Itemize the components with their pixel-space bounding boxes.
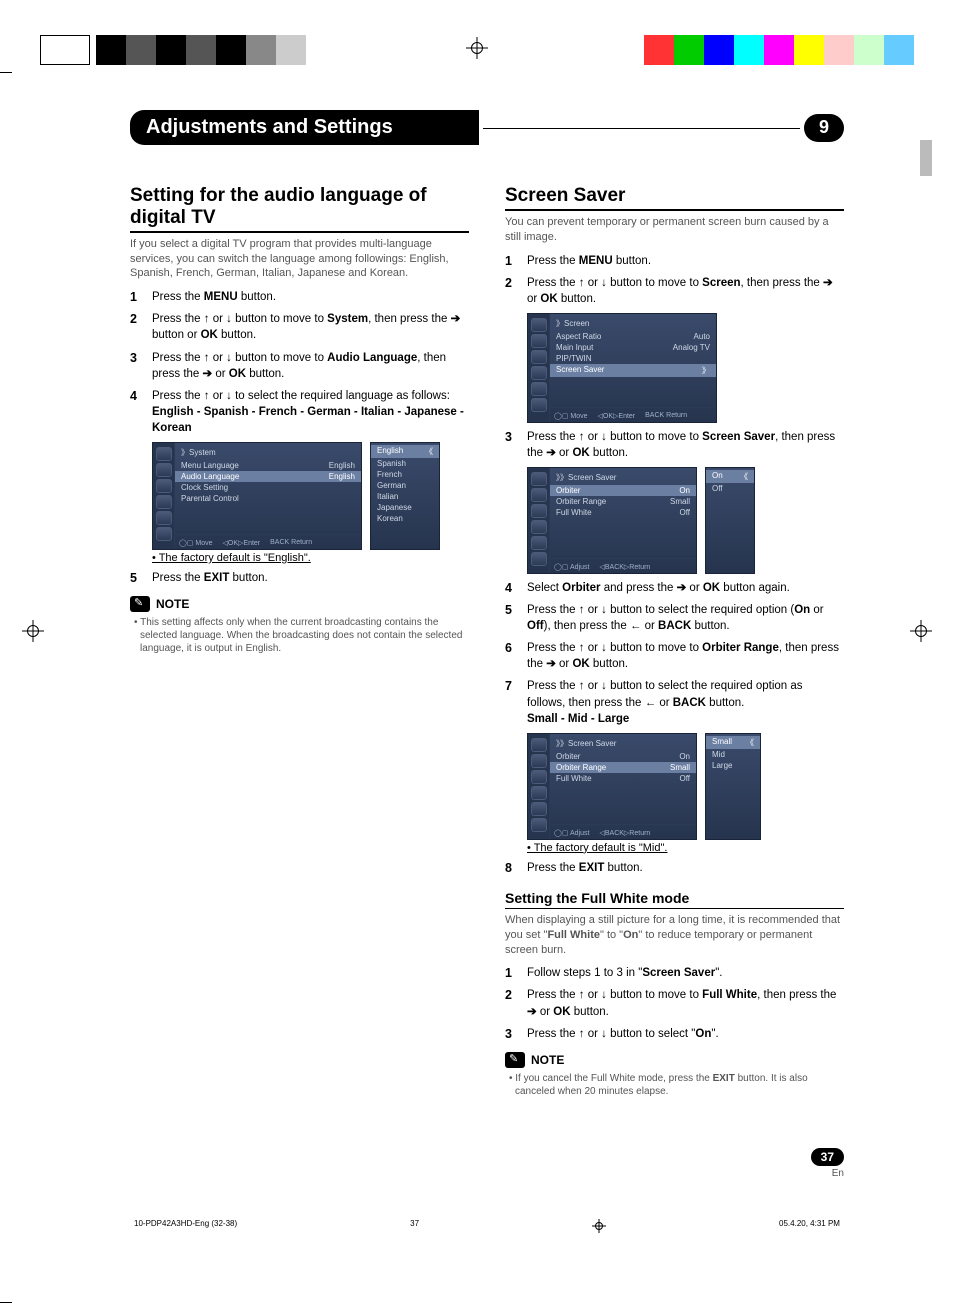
print-registration-marks — [0, 20, 954, 80]
step-3: Press the ↑ or ↓ button to select "On". — [505, 1026, 844, 1042]
note-icon — [505, 1052, 525, 1068]
osd-system-menu: 》System Menu LanguageEnglish Audio Langu… — [152, 442, 469, 550]
osd-screen-menu: 》Screen Aspect RatioAuto Main InputAnalo… — [527, 313, 844, 423]
steps-screen-saver-a: Press the MENU button. Press the ↑ or ↓ … — [505, 253, 844, 307]
section-heading-screen-saver: Screen Saver — [505, 185, 844, 211]
factory-default-note: • The factory default is "English". — [152, 552, 469, 564]
language-tab-marker — [920, 140, 932, 176]
step-1: Press the MENU button. — [130, 289, 469, 305]
chapter-header: Adjustments and Settings 9 — [130, 110, 844, 145]
step-6: Press the ↑ or ↓ button to move to Orbit… — [505, 640, 844, 672]
step-3: Press the ↑ or ↓ button to move to Scree… — [505, 429, 844, 461]
osd-screensaver-menu-1: 》》Screen Saver OrbiterOn Orbiter RangeSm… — [527, 467, 844, 574]
step-2: Press the ↑ or ↓ button to move to Syste… — [130, 311, 469, 343]
step-2: Press the ↑ or ↓ button to move to Scree… — [505, 275, 844, 307]
osd-range-popup: Small《 Mid Large — [705, 733, 761, 840]
note-body: • This setting affects only when the cur… — [130, 616, 469, 655]
step-5: Press the ↑ or ↓ button to select the re… — [505, 602, 844, 634]
right-column: Screen Saver You can prevent temporary o… — [505, 185, 844, 1179]
page-number-block: 37 En — [505, 1148, 844, 1179]
step-1: Follow steps 1 to 3 in "Screen Saver". — [505, 965, 844, 981]
steps-full-white: Follow steps 1 to 3 in "Screen Saver". P… — [505, 965, 844, 1041]
note-header-2: NOTE — [505, 1052, 844, 1068]
crop-corner — [0, 1279, 12, 1303]
step-8: Press the EXIT button. — [505, 860, 844, 876]
intro-text-ss: You can prevent temporary or permanent s… — [505, 215, 844, 245]
step-4: Press the ↑ or ↓ to select the required … — [130, 388, 469, 436]
language-list: English - Spanish - French - German - It… — [152, 406, 464, 434]
step-3: Press the ↑ or ↓ button to move to Audio… — [130, 350, 469, 382]
step-2: Press the ↑ or ↓ button to move to Full … — [505, 987, 844, 1019]
note-icon — [130, 596, 150, 612]
osd-language-popup: English《 Spanish French German Italian J… — [370, 442, 440, 550]
section-heading-audio-language: Setting for the audio language of digita… — [130, 185, 469, 233]
chapter-number: 9 — [804, 114, 844, 142]
step-5: Press the EXIT button. — [130, 570, 469, 586]
step-1: Press the MENU button. — [505, 253, 844, 269]
factory-default-mid: • The factory default is "Mid". — [527, 842, 844, 854]
osd-screensaver-menu-2: 》》Screen Saver OrbiterOn Orbiter RangeSm… — [527, 733, 844, 840]
intro-text: If you select a digital TV program that … — [130, 237, 469, 282]
subsection-full-white: Setting the Full White mode — [505, 890, 844, 909]
left-column: Setting for the audio language of digita… — [130, 185, 469, 1179]
chapter-title: Adjustments and Settings — [130, 110, 479, 145]
crop-corner — [0, 72, 12, 96]
osd-onoff-popup: On《 Off — [705, 467, 755, 574]
step-7: Press the ↑ or ↓ button to select the re… — [505, 678, 844, 726]
note-header: NOTE — [130, 596, 469, 612]
step-4: Select Orbiter and press the ➔ or OK but… — [505, 580, 844, 596]
steps-audio-language: Press the MENU button. Press the ↑ or ↓ … — [130, 289, 469, 436]
